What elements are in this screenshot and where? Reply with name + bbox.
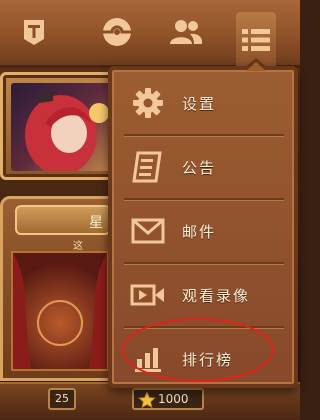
menu-item-label: 邮件: [182, 222, 217, 241]
friends-button[interactable]: [166, 12, 206, 52]
hero-portrait: [11, 83, 115, 171]
hero-portrait-frame[interactable]: [0, 72, 125, 180]
menu-item-replay[interactable]: 观看录像: [116, 264, 290, 326]
ball-icon: [103, 18, 131, 46]
highlight-annotation: [122, 318, 274, 382]
notice-icon: [132, 151, 162, 183]
ball-button[interactable]: [97, 12, 137, 52]
menu-item-settings[interactable]: 设置: [116, 72, 290, 134]
menu-item-label: 公告: [182, 158, 217, 177]
guild-banner-button[interactable]: [14, 12, 54, 52]
stars-counter: 1000: [132, 388, 204, 410]
video-icon: [130, 284, 164, 306]
menu-item-label: 设置: [182, 94, 217, 113]
star-icon: [138, 391, 156, 409]
stage-scene: [11, 251, 109, 371]
level-badge: 25: [48, 388, 76, 410]
stars-value: 1000: [158, 392, 189, 406]
friends-icon: [170, 20, 203, 44]
hall-title: 星: [15, 205, 111, 235]
banner-icon: [24, 20, 44, 45]
list-menu-icon: [242, 29, 270, 51]
menu-item-mail[interactable]: 邮件: [116, 200, 290, 262]
menu-item-label: 观看录像: [182, 286, 251, 305]
mail-icon: [131, 218, 165, 244]
hall-panel[interactable]: 星 这: [0, 196, 120, 381]
menu-item-notice[interactable]: 公告: [116, 136, 290, 198]
hall-subtitle: 这: [73, 241, 83, 252]
menu-pointer-fill: [246, 62, 266, 71]
gear-icon: [133, 88, 163, 118]
